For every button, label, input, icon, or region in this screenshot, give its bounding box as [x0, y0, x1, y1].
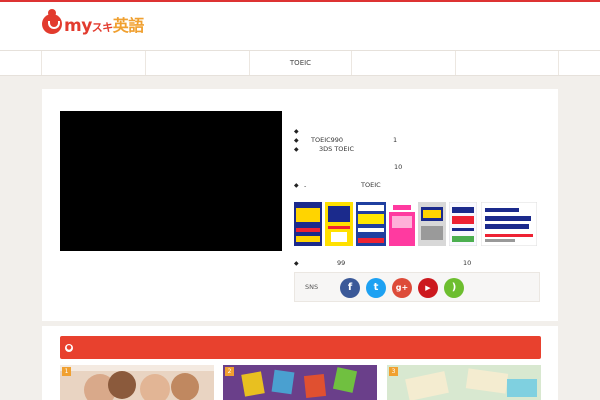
book-list: [294, 201, 538, 247]
info-text: 99: [337, 259, 346, 267]
book-cover[interactable]: [448, 201, 478, 247]
logo-mascot-icon: [42, 9, 62, 34]
nav-item-toeic[interactable]: TOEIC: [249, 51, 351, 75]
main-content: ◆ ◆ TOEIC990 1 ◆ 3DS TOEIC 10 ◆ - TOEIC …: [42, 89, 558, 321]
thumbnail-number: 1: [62, 367, 71, 376]
nav-item-5[interactable]: [455, 51, 559, 75]
nav-item-2[interactable]: [145, 51, 249, 75]
book-cover[interactable]: [356, 202, 386, 246]
logo-kanji: 英語: [112, 16, 145, 35]
book-cover[interactable]: [325, 202, 353, 246]
nav-item-1[interactable]: [41, 51, 145, 75]
info-text: 1: [393, 136, 398, 144]
youtube-icon[interactable]: ▶: [418, 278, 438, 298]
nav-item-4[interactable]: [351, 51, 455, 75]
rss-icon[interactable]: ): [444, 278, 464, 298]
bullet-icon: ◆: [294, 260, 299, 267]
articles-section: ● 1 2 3: [42, 326, 558, 400]
article-thumbnail[interactable]: 3: [387, 365, 541, 400]
bullet-icon: ◆: [294, 137, 299, 144]
thumbnail-number: 3: [389, 367, 398, 376]
bullet-icon: ◆: [294, 182, 299, 189]
video-player[interactable]: [60, 111, 282, 251]
book-cover[interactable]: [480, 201, 538, 247]
section-header-bar: ●: [60, 336, 541, 359]
sns-share-box: SNS f t g+ ▶ ): [294, 272, 540, 302]
twitter-icon[interactable]: t: [366, 278, 386, 298]
info-text: -: [304, 182, 307, 190]
logo-text: myスキ英語: [64, 12, 144, 36]
main-nav: TOEIC: [0, 50, 600, 76]
facebook-icon[interactable]: f: [340, 278, 360, 298]
book-cover[interactable]: [418, 202, 446, 246]
logo-kana: スキ: [91, 21, 114, 34]
section-header-icon: ●: [65, 344, 73, 352]
thumbnail-number: 2: [225, 367, 234, 376]
sns-label: SNS: [305, 283, 319, 291]
info-text: 10: [463, 259, 472, 267]
info-text: TOEIC990: [311, 136, 344, 144]
bullet-icon: ◆: [294, 146, 299, 153]
google-plus-icon[interactable]: g+: [392, 278, 412, 298]
article-thumbnail[interactable]: 1: [60, 365, 214, 400]
site-header: myスキ英語: [0, 2, 600, 50]
book-cover[interactable]: [294, 202, 322, 246]
site-logo[interactable]: myスキ英語: [42, 9, 144, 36]
article-thumbnail[interactable]: 2: [223, 365, 377, 400]
info-text: 3DS TOEIC: [319, 145, 354, 153]
info-text: TOEIC: [361, 181, 381, 189]
book-cover[interactable]: [389, 202, 415, 246]
info-text: 10: [394, 163, 403, 171]
logo-mark-text: my: [64, 16, 92, 36]
bullet-icon: ◆: [294, 128, 299, 135]
